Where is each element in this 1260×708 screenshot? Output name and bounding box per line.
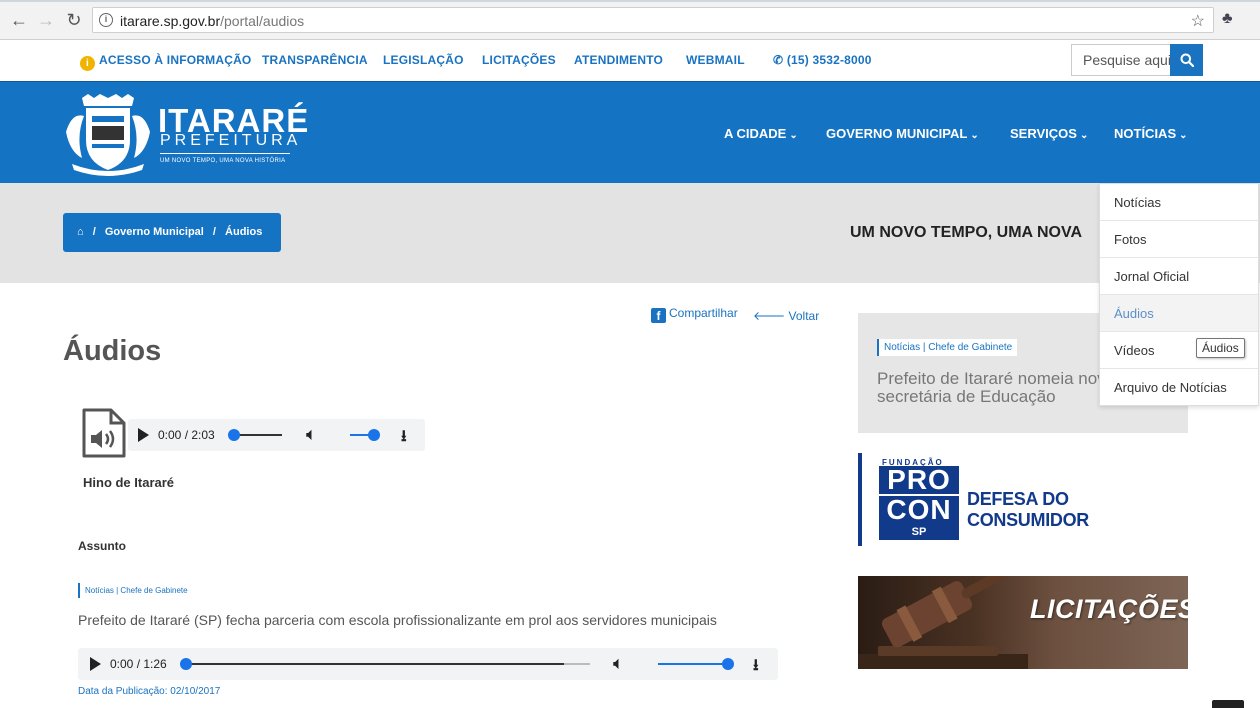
nav-label: A CIDADE (724, 126, 787, 141)
player-time: 0:00 / 2:03 (158, 428, 215, 442)
audio-player-news: 0:00 / 1:26 🔈︎ ⭳ (78, 648, 778, 680)
share-label: Compartilhar (669, 306, 738, 320)
progress-track[interactable] (186, 663, 564, 665)
player-time: 0:00 / 1:26 (110, 657, 167, 671)
licitacoes-banner[interactable]: LICITAÇÕES (858, 576, 1188, 669)
volume-knob[interactable] (722, 658, 734, 670)
search-input[interactable] (1071, 44, 1170, 76)
dropdown-item-audios[interactable]: Áudios (1100, 295, 1258, 332)
phone-number: (15) 3532-8000 (786, 53, 872, 67)
url-host: itarare.sp.gov.br (120, 13, 221, 29)
noticias-dropdown-menu: Notícias Fotos Jornal Oficial Áudios Víd… (1099, 183, 1259, 406)
progress-track-remaining[interactable] (564, 663, 590, 665)
reload-icon[interactable]: ↻ (63, 9, 85, 31)
search-icon (1180, 53, 1194, 67)
procon-label: DEFESA DO CONSUMIDOR (967, 489, 1089, 530)
back-arrow-icon[interactable]: ← (8, 9, 30, 31)
phone-icon: ✆ (773, 53, 784, 67)
page-title: Áudios (63, 335, 162, 367)
licitacoes-label: LICITAÇÕES (1030, 594, 1188, 624)
topbar-link-legislacao[interactable]: LEGISLAÇÃO (383, 53, 464, 67)
topbar-link-phone[interactable]: ✆ (15) 3532-8000 (773, 53, 872, 67)
back-link[interactable]: 🡐 Voltar (753, 308, 819, 323)
audio-file-icon (82, 408, 126, 458)
site-info-icon[interactable]: i (99, 13, 113, 27)
volume-knob[interactable] (368, 429, 380, 441)
assunto-label: Assunto (78, 539, 126, 553)
share-link[interactable]: f Compartilhar (651, 306, 738, 323)
topbar-link-label: ACESSO À INFORMAÇÃO (99, 53, 252, 67)
play-icon[interactable] (90, 657, 101, 671)
topbar-link-atendimento[interactable]: ATENDIMENTO (574, 53, 663, 67)
topbar-link-licitacoes[interactable]: LICITAÇÕES (482, 53, 556, 67)
logo-tagline: UM NOVO TEMPO, UMA NOVA HISTÓRIA (160, 158, 286, 164)
nav-label: NOTÍCIAS (1114, 126, 1177, 141)
audio-name: Hino de Itararé (83, 475, 175, 490)
forward-arrow-icon[interactable]: → (35, 9, 57, 31)
scroll-top-button[interactable] (1212, 700, 1244, 708)
search-button[interactable] (1170, 44, 1203, 76)
procon-sp: SP (879, 524, 959, 540)
volume-track[interactable] (658, 663, 728, 665)
dropdown-item-jornal-oficial[interactable]: Jornal Oficial (1100, 258, 1258, 295)
home-icon[interactable]: ⌂ (77, 226, 84, 238)
gavel-icon (858, 576, 1028, 669)
city-coat-of-arms-icon (66, 94, 150, 176)
publication-date: Data da Publicação: 02/10/2017 (78, 686, 221, 697)
url-path: /portal/audios (220, 13, 305, 29)
procon-pro: PRO (879, 466, 959, 494)
main-header: ITARARÉ PREFEITURA UM NOVO TEMPO, UMA NO… (0, 81, 1260, 183)
breadcrumb-audios[interactable]: Áudios (225, 226, 262, 238)
breadcrumb-governo-municipal[interactable]: Governo Municipal (105, 226, 204, 238)
dropdown-item-noticias[interactable]: Notícias (1100, 184, 1258, 221)
info-icon: i (80, 56, 95, 71)
dropdown-item-arquivo-noticias[interactable]: Arquivo de Notícias (1100, 369, 1258, 406)
address-bar[interactable]: i itarare.sp.gov.br/portal/audios ☆ (92, 7, 1214, 33)
volume-icon[interactable]: 🔈︎ (613, 653, 624, 674)
breadcrumb-separator: / (92, 226, 96, 238)
volume-icon[interactable]: 🔈︎ (306, 424, 317, 445)
nav-label: GOVERNO MUNICIPAL (826, 126, 968, 141)
bookmark-star-icon[interactable]: ☆ (1191, 11, 1205, 31)
procon-banner[interactable]: FUNDAÇÃO PRO CON SP DEFESA DO CONSUMIDOR (858, 453, 1188, 546)
news-headline[interactable]: Prefeito de Itararé nomeia nova secretár… (877, 370, 1117, 406)
tab-strip (0, 0, 1260, 2)
slogan-text: UM NOVO TEMPO, UMA NOVA (850, 224, 1082, 241)
chevron-down-icon: ⌄ (970, 130, 979, 141)
progress-knob[interactable] (180, 658, 192, 670)
back-label: Voltar (788, 309, 820, 323)
tooltip: Áudios (1196, 338, 1245, 358)
nav-governo-municipal[interactable]: GOVERNO MUNICIPAL ⌄ (826, 126, 979, 141)
download-icon[interactable]: ⭳ (401, 425, 407, 452)
browser-chrome: ← → ↻ i itarare.sp.gov.br/portal/audios … (0, 0, 1260, 40)
download-icon[interactable]: ⭳ (753, 654, 759, 681)
nav-servicos[interactable]: SERVIÇOS ⌄ (1010, 126, 1088, 141)
nav-label: SERVIÇOS (1010, 126, 1077, 141)
logo-subtitle: PREFEITURA (160, 132, 302, 149)
facebook-icon: f (651, 308, 666, 323)
topbar-link-webmail[interactable]: WEBMAIL (686, 53, 745, 67)
play-icon[interactable] (138, 428, 149, 442)
breadcrumb: ⌂ / Governo Municipal / Áudios (63, 213, 281, 252)
breadcrumb-separator: / (212, 226, 216, 238)
news-title[interactable]: Prefeito de Itararé (SP) fecha parceria … (78, 612, 717, 628)
dropdown-item-fotos[interactable]: Fotos (1100, 221, 1258, 258)
arrow-left-icon: 🡐 (753, 309, 786, 323)
topbar-link-acesso[interactable]: i ACESSO À INFORMAÇÃO (80, 53, 251, 71)
audio-player-hino: 0:00 / 2:03 🔈︎ ⭳ (128, 419, 425, 451)
category-tag[interactable]: Notícias | Chefe de Gabinete (78, 583, 193, 598)
progress-knob[interactable] (228, 429, 240, 441)
extension-icon[interactable]: ♣ (1222, 10, 1233, 28)
logo-divider (160, 153, 290, 154)
chevron-down-icon: ⌄ (789, 130, 798, 141)
chevron-down-icon: ⌄ (1079, 130, 1089, 141)
procon-con: CON (879, 496, 959, 524)
chevron-down-icon: ⌄ (1179, 130, 1188, 141)
url-text: itarare.sp.gov.br/portal/audios (120, 13, 304, 29)
nav-noticias[interactable]: NOTÍCIAS ⌄ (1114, 126, 1188, 141)
category-tag[interactable]: Notícias | Chefe de Gabinete (877, 339, 1018, 356)
nav-a-cidade[interactable]: A CIDADE ⌄ (724, 126, 798, 141)
topbar-link-transparencia[interactable]: TRANSPARÊNCIA (262, 53, 368, 67)
